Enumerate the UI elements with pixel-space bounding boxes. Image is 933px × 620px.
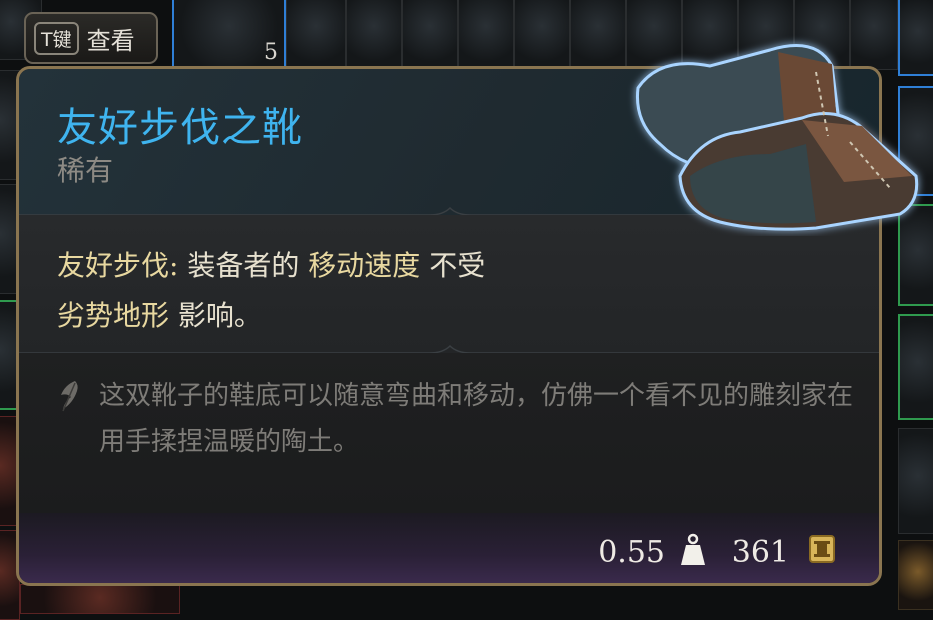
feather-icon [57, 379, 83, 419]
effect-text-part: 不受 [429, 249, 486, 282]
inventory-slot[interactable] [20, 584, 180, 614]
effect-text-part: 装备者的 [187, 249, 300, 282]
effect-text-part: 影响。 [177, 299, 262, 332]
effect-name: 友好步伐: [57, 249, 179, 282]
item-price: 361 [731, 535, 789, 570]
inspect-hint[interactable]: T键 查看 [24, 12, 158, 64]
inventory-slot[interactable] [898, 428, 933, 534]
effect-keyword-movement-speed: 移动速度 [308, 249, 421, 282]
effect-keyword-difficult-terrain: 劣势地形 [57, 299, 170, 332]
inventory-slot[interactable] [286, 0, 346, 70]
tooltip-footer: 0.55 361 [19, 513, 879, 583]
inventory-slot[interactable] [570, 0, 626, 70]
inventory-slot[interactable] [898, 540, 933, 610]
item-weight: 0.55 [598, 535, 665, 570]
gold-coin-icon [809, 535, 835, 567]
inventory-slot[interactable] [514, 0, 570, 70]
item-name: 友好步伐之靴 [57, 105, 303, 151]
stack-count: 5 [264, 40, 278, 65]
inventory-slot[interactable] [458, 0, 514, 70]
inventory-slot[interactable] [402, 0, 458, 70]
weight-icon [679, 533, 707, 571]
key-hint: T键 [34, 21, 79, 55]
item-effect: 友好步伐: 装备者的 移动速度 不受 劣势地形 影响。 [57, 241, 577, 341]
inventory-slot[interactable] [346, 0, 402, 70]
inventory-slot[interactable] [898, 314, 933, 420]
item-lore: 这双靴子的鞋底可以随意弯曲和移动，仿佛一个看不见的雕刻家在用手揉捏温暖的陶土。 [99, 381, 854, 457]
inspect-label: 查看 [86, 26, 135, 55]
boots-icon [620, 26, 930, 240]
item-lore-section: 这双靴子的鞋底可以随意弯曲和移动，仿佛一个看不见的雕刻家在用手揉捏温暖的陶土。 [19, 353, 879, 513]
item-rarity: 稀有 [57, 154, 114, 187]
